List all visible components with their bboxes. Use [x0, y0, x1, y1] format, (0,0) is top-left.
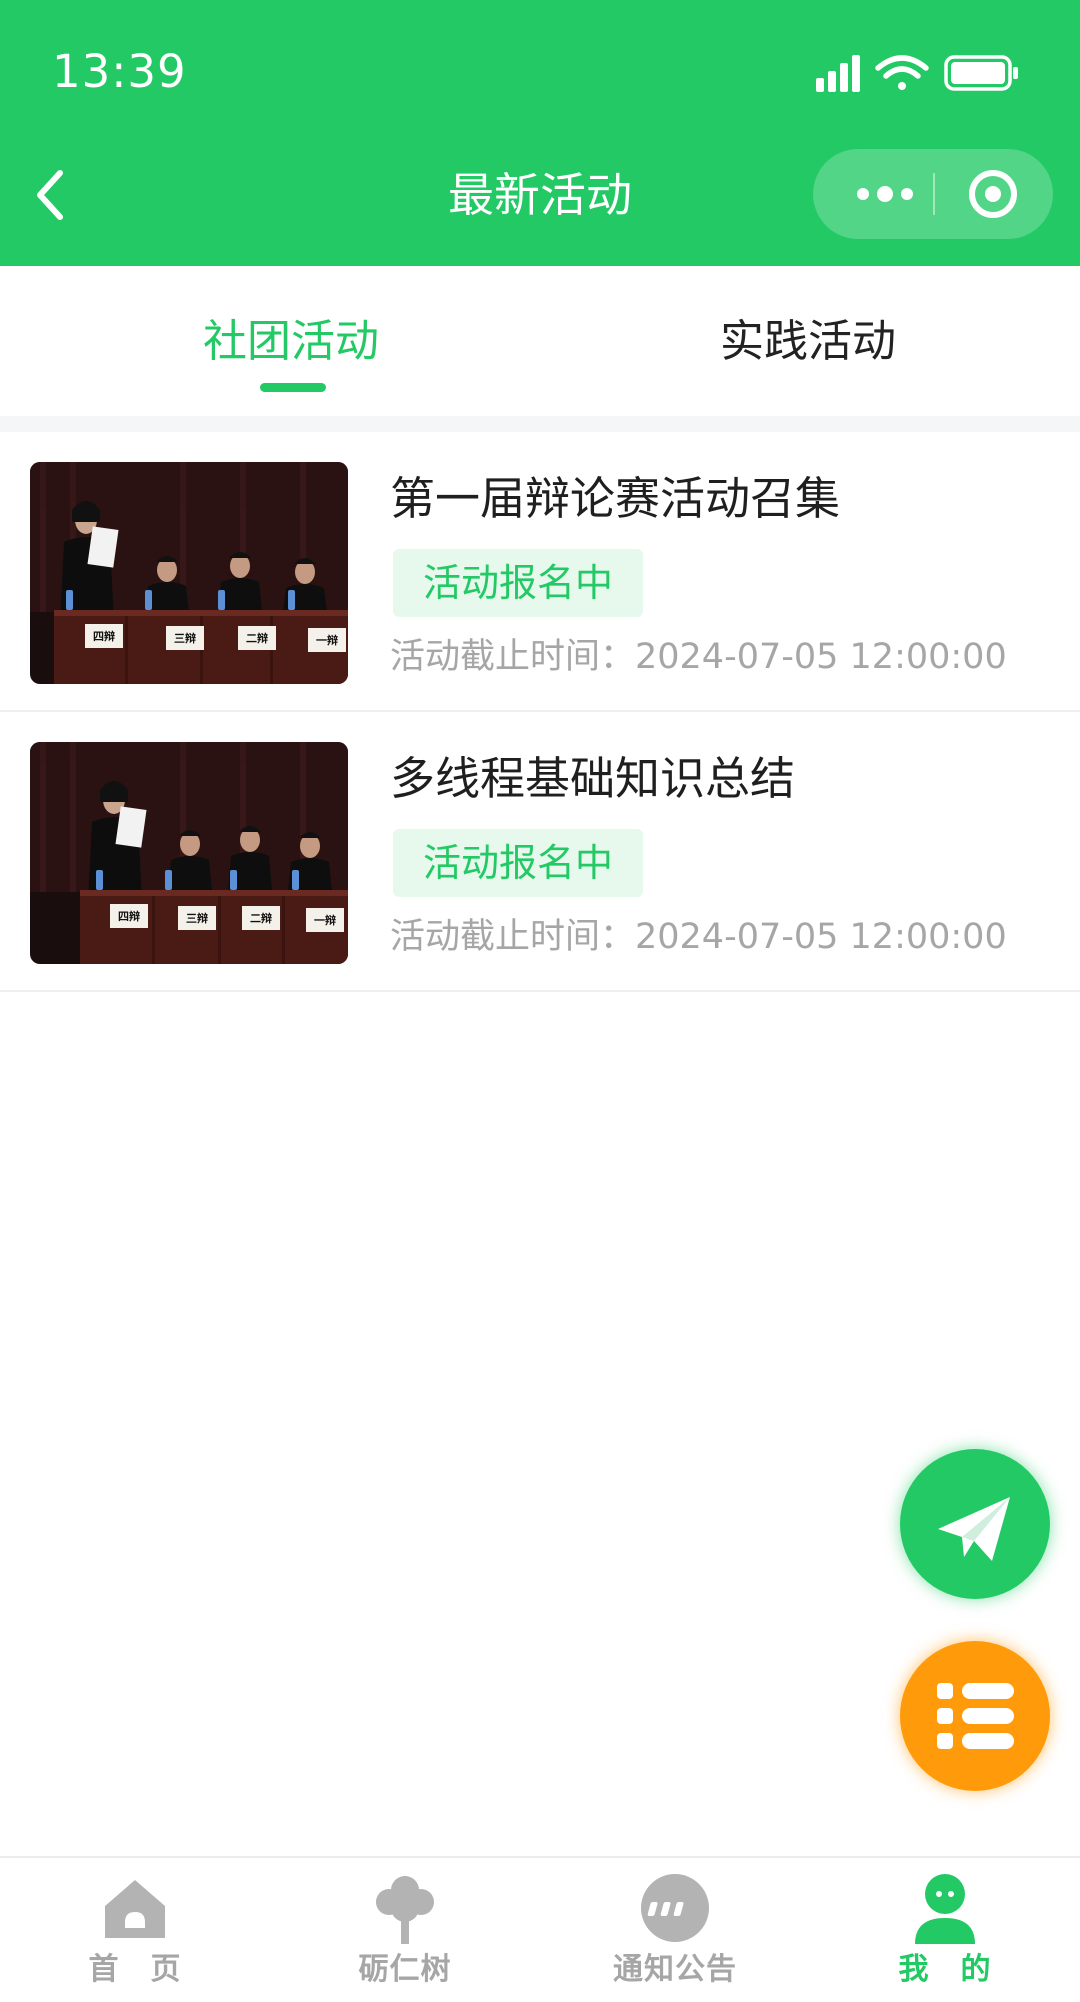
activity-deadline: 活动截止时间：2024-07-05 12:00:00 [390, 637, 1007, 677]
tabbar-label: 砺仁树 [358, 1952, 452, 1987]
tab-active-indicator [260, 383, 326, 392]
close-miniprogram-button[interactable] [963, 164, 1023, 224]
placard-label: 一辩 [316, 633, 338, 647]
tabbar-item-home[interactable]: 首 页 [0, 1858, 270, 2002]
target-icon [969, 170, 1017, 218]
list-fab-button[interactable] [900, 1641, 1050, 1791]
wifi-icon [875, 55, 929, 90]
header: 13:39 最新活动 [0, 0, 1080, 266]
status-badge: 活动报名中 [393, 549, 644, 617]
divider [0, 416, 1080, 432]
home-icon [99, 1872, 171, 1944]
placard-label: 三辩 [174, 631, 196, 645]
activity-deadline: 活动截止时间：2024-07-05 12:00:00 [390, 917, 1007, 957]
activity-title: 第一届辩论赛活动召集 [390, 472, 841, 525]
activity-thumbnail: 四辩 三辩 二辩 一辩 [30, 462, 348, 684]
status-badge: 活动报名中 [393, 829, 644, 897]
tabbar-label: 通知公告 [613, 1952, 737, 1987]
tree-icon [369, 1872, 441, 1944]
tabbar-label: 首 页 [88, 1952, 182, 1987]
list-item[interactable]: 四辩 三辩 二辩 一辩 第一届辩论赛活动召集 活动报名中 活动截止时间：2024… [0, 432, 1080, 712]
placard-label: 三辩 [186, 911, 208, 925]
activity-title: 多线程基础知识总结 [390, 752, 796, 805]
signal-icon [816, 55, 860, 92]
more-dots-icon [857, 186, 913, 202]
status-icons [814, 48, 1024, 98]
publish-fab-button[interactable] [900, 1449, 1050, 1599]
status-time: 13:39 [52, 45, 187, 98]
battery-icon [944, 55, 1018, 91]
tab-practice-activities[interactable]: 实践活动 [720, 314, 896, 370]
placard-label: 二辩 [250, 911, 272, 925]
placard-label: 一辩 [314, 913, 336, 927]
tab-club-activities[interactable]: 社团活动 [203, 314, 379, 370]
tabbar-item-tree[interactable]: 砺仁树 [270, 1858, 540, 2002]
list-item[interactable]: 四辩 三辩 二辩 一辩 多线程基础知识总结 活动报名中 活动截止时间：2024-… [0, 712, 1080, 992]
bottom-tab-bar: 首 页 砺仁树 通知公告 我 的 [0, 1856, 1080, 2000]
tabbar-label: 我 的 [898, 1952, 992, 1987]
user-icon [909, 1872, 981, 1944]
tabbar-item-mine[interactable]: 我 的 [810, 1858, 1080, 2002]
paper-plane-icon [938, 1497, 1010, 1561]
tabbar-item-notice[interactable]: 通知公告 [540, 1858, 810, 2002]
placard-label: 四辩 [118, 909, 140, 923]
message-icon [639, 1872, 711, 1944]
placard-label: 二辩 [246, 631, 268, 645]
capsule-menu [813, 149, 1053, 239]
placard-label: 四辩 [93, 629, 115, 643]
activity-thumbnail: 四辩 三辩 二辩 一辩 [30, 742, 348, 964]
more-button[interactable] [843, 164, 933, 224]
activity-list: 四辩 三辩 二辩 一辩 第一届辩论赛活动召集 活动报名中 活动截止时间：2024… [0, 432, 1080, 992]
tab-bar-top: 社团活动 实践活动 [0, 266, 1080, 416]
capsule-divider [933, 173, 935, 215]
list-icon [937, 1683, 1014, 1749]
